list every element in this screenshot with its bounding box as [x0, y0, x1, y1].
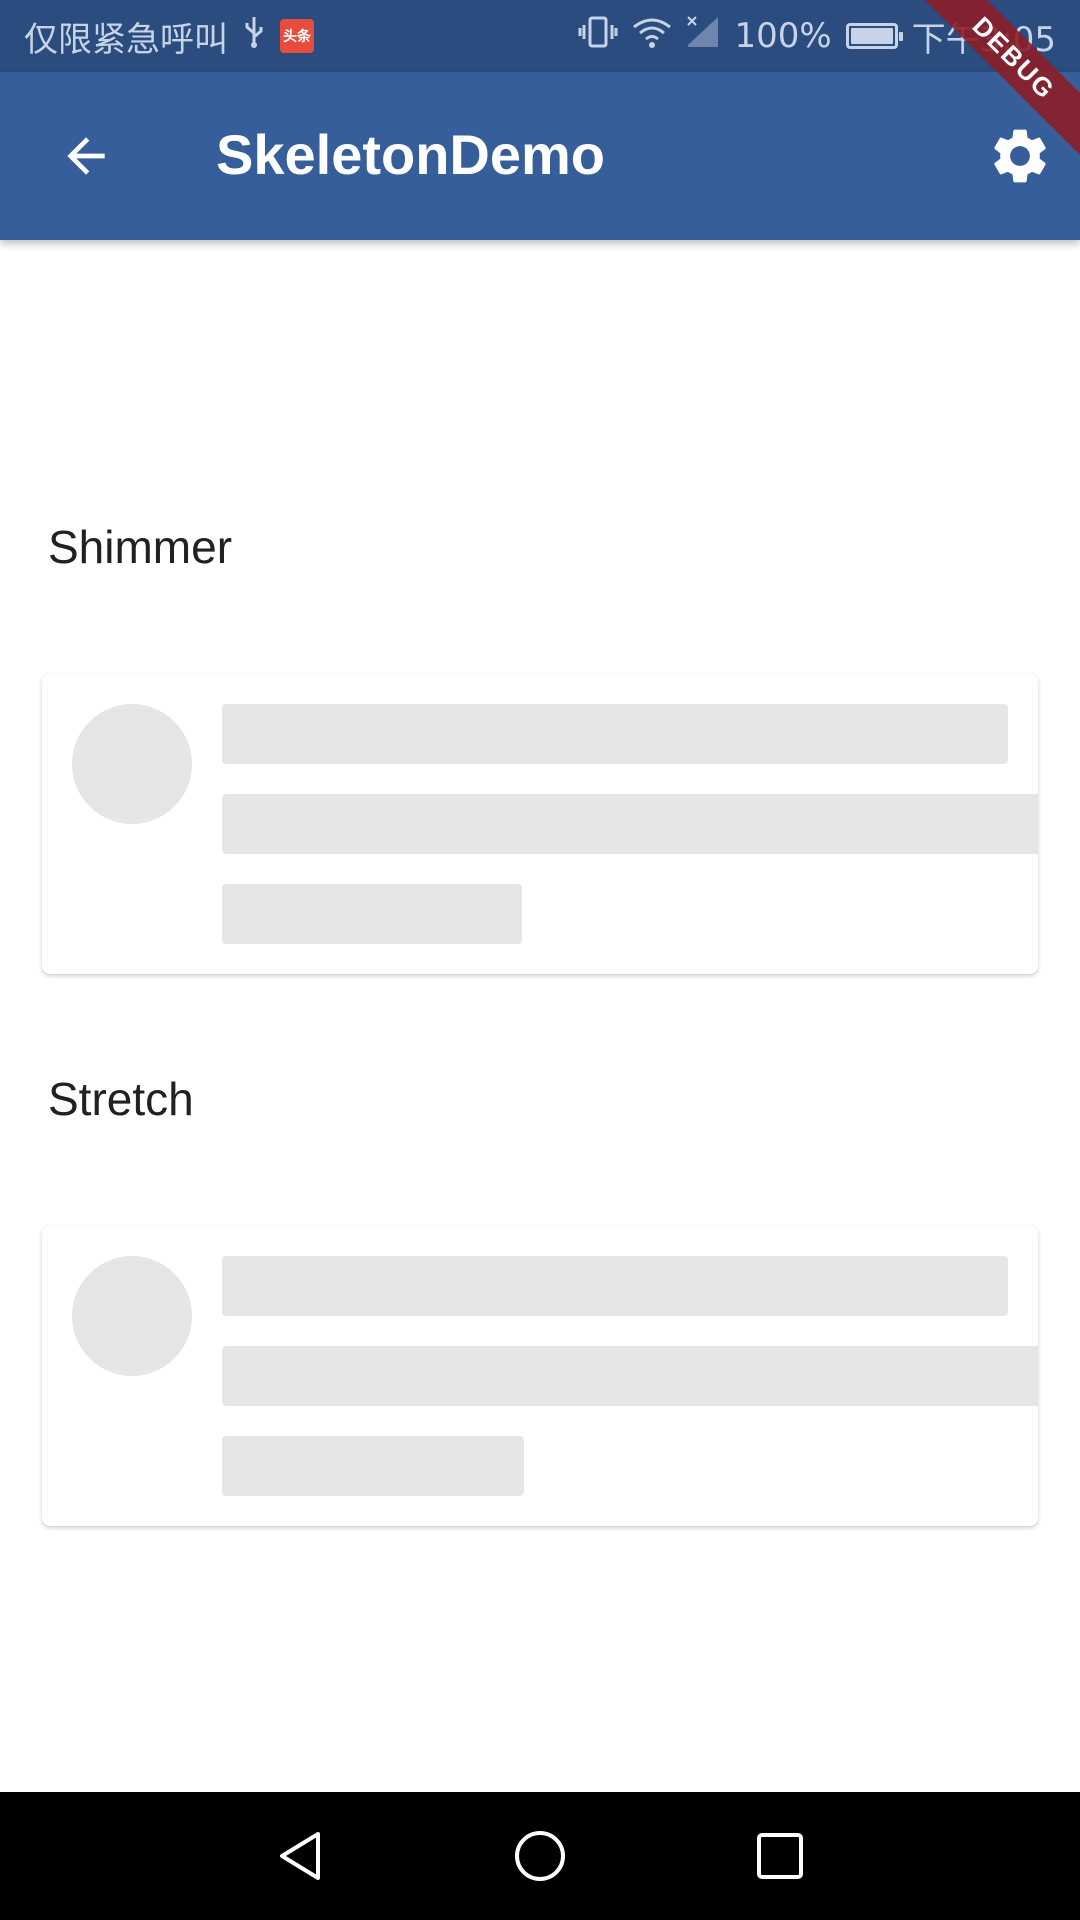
nav-home-button[interactable]	[508, 1824, 572, 1888]
battery-icon	[845, 23, 903, 49]
usb-icon	[242, 15, 266, 58]
recents-square-icon	[757, 1833, 803, 1879]
app-bar: SkeletonDemo	[0, 72, 1080, 240]
wifi-icon	[632, 15, 672, 58]
skeleton-line-short	[222, 884, 522, 944]
skeleton-line	[222, 794, 1038, 854]
back-triangle-icon	[280, 1832, 320, 1880]
signal-icon	[686, 15, 720, 58]
carrier-text: 仅限紧急呼叫	[24, 19, 228, 60]
screen: 仅限紧急呼叫 头条 100% SkeletonDemo DEBUG Shimme…	[0, 0, 1080, 1920]
skeleton-line	[222, 1256, 1008, 1316]
skeleton-avatar	[72, 1256, 192, 1376]
system-nav-bar	[0, 1792, 1080, 1920]
skeleton-card-shimmer	[42, 674, 1038, 974]
section-label-stretch: Stretch	[48, 1073, 194, 1125]
skeleton-card-stretch	[42, 1226, 1038, 1526]
news-app-icon: 头条	[280, 19, 314, 53]
skeleton-line	[222, 704, 1008, 764]
battery-percent: 100%	[734, 16, 832, 56]
page-title: SkeletonDemo	[216, 123, 605, 186]
home-circle-icon	[515, 1831, 565, 1881]
back-button[interactable]	[44, 114, 128, 198]
arrow-back-icon	[67, 137, 105, 175]
vibrate-icon	[578, 15, 618, 58]
status-bar: 仅限紧急呼叫 头条 100%	[0, 0, 1080, 72]
nav-recents-button[interactable]	[748, 1824, 812, 1888]
skeleton-line	[222, 1346, 1038, 1406]
skeleton-avatar	[72, 704, 192, 824]
nav-back-button[interactable]	[268, 1824, 332, 1888]
status-left: 仅限紧急呼叫 头条	[24, 12, 314, 61]
skeleton-line-short	[222, 1436, 524, 1496]
section-label-shimmer: Shimmer	[48, 521, 233, 573]
gear-icon	[994, 129, 1046, 183]
